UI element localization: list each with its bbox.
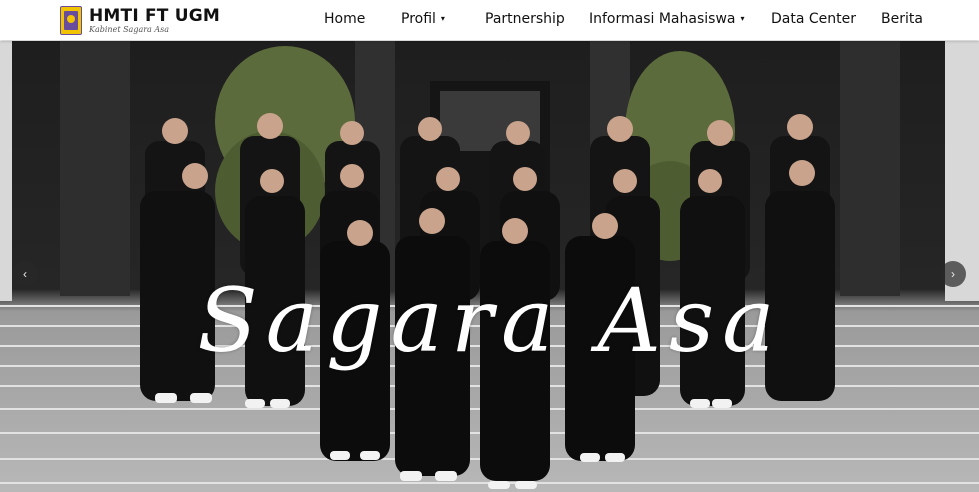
nav-partnership[interactable]: Partnership bbox=[485, 11, 565, 27]
chevron-right-icon: › bbox=[951, 267, 955, 281]
nav-data-center-label: Data Center bbox=[771, 11, 856, 27]
hero-script-title: Sagara Asa bbox=[197, 269, 783, 372]
hero-group-photo bbox=[0, 41, 979, 492]
nav-profil-label: Profil bbox=[401, 11, 436, 27]
hero-carousel: Sagara Asa ‹ › bbox=[0, 41, 979, 492]
nav-profil[interactable]: Profil ▾ bbox=[401, 11, 445, 27]
nav-informasi-mahasiswa[interactable]: Informasi Mahasiswa ▾ bbox=[589, 11, 745, 27]
navbar: HMTI FT UGM Kabinet Sagara Asa Home Prof… bbox=[0, 0, 979, 40]
brand[interactable]: HMTI FT UGM Kabinet Sagara Asa bbox=[60, 4, 220, 36]
carousel-next-button[interactable]: › bbox=[940, 261, 966, 287]
hmti-logo-icon bbox=[60, 5, 82, 35]
nav-home[interactable]: Home bbox=[324, 11, 365, 27]
brand-text: HMTI FT UGM Kabinet Sagara Asa bbox=[89, 7, 220, 34]
chevron-left-icon: ‹ bbox=[23, 267, 27, 281]
nav-berita-label: Berita bbox=[881, 11, 923, 27]
nav-berita[interactable]: Berita bbox=[881, 11, 923, 27]
nav-informasi-mahasiswa-label: Informasi Mahasiswa bbox=[589, 11, 736, 27]
nav-partnership-label: Partnership bbox=[485, 11, 565, 27]
chevron-down-icon: ▾ bbox=[740, 14, 745, 23]
chevron-down-icon: ▾ bbox=[440, 14, 445, 23]
nav-home-label: Home bbox=[324, 11, 366, 27]
brand-subtitle: Kabinet Sagara Asa bbox=[89, 24, 169, 34]
carousel-prev-button[interactable]: ‹ bbox=[12, 261, 38, 287]
nav-data-center[interactable]: Data Center bbox=[771, 11, 856, 27]
brand-title: HMTI FT UGM bbox=[89, 5, 220, 26]
